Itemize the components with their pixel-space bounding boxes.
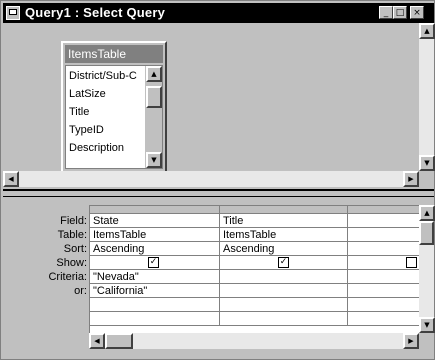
close-icon[interactable]: × [410, 6, 424, 19]
window-title: Query1 : Select Query [25, 5, 166, 20]
field-item[interactable]: LatSize [69, 88, 145, 100]
column-selector[interactable] [220, 206, 348, 214]
empty-cell[interactable] [90, 312, 220, 326]
table-cell[interactable]: ItemsTable [220, 228, 348, 242]
field-cell[interactable] [348, 214, 420, 228]
scroll-thumb[interactable] [419, 221, 434, 245]
row-label-or: or: [74, 285, 87, 297]
arrow-down-icon[interactable]: ▼ [146, 152, 162, 168]
design-grid-pane: Field: Table: Sort: Show: Criteria: or: … [3, 197, 435, 359]
arrow-right-icon[interactable]: ▶ [403, 171, 419, 187]
show-cell [348, 256, 420, 270]
lower-vertical-scrollbar[interactable]: ▲ ▼ [419, 205, 435, 333]
empty-cell[interactable] [348, 298, 420, 312]
criteria-cell[interactable] [348, 270, 420, 284]
arrow-right-icon[interactable]: ▶ [403, 333, 419, 349]
field-item[interactable]: Description [69, 142, 145, 154]
field-cell[interactable]: State [90, 214, 220, 228]
upper-horizontal-scrollbar[interactable]: ◀ ▶ [3, 171, 419, 187]
upper-vertical-scrollbar[interactable]: ▲ ▼ [419, 23, 435, 171]
maximize-icon[interactable]: □ [393, 6, 407, 19]
or-cell[interactable]: "California" [90, 284, 220, 298]
arrow-down-icon[interactable]: ▼ [419, 317, 435, 333]
row-label-show: Show: [56, 257, 87, 269]
show-checkbox[interactable]: ✓ [148, 257, 159, 268]
sort-cell[interactable]: Ascending [90, 242, 220, 256]
empty-cell[interactable] [90, 298, 220, 312]
lower-horizontal-scrollbar[interactable]: ◀ ▶ [89, 333, 419, 349]
scroll-corner [419, 171, 434, 187]
criteria-cell[interactable]: "Nevada" [90, 270, 220, 284]
row-label-table: Table: [57, 229, 87, 241]
pane-splitter[interactable] [3, 189, 434, 197]
sort-cell[interactable]: Ascending [220, 242, 348, 256]
field-cell[interactable]: Title [220, 214, 348, 228]
arrow-left-icon[interactable]: ◀ [3, 171, 19, 187]
row-label-criteria: Criteria: [48, 271, 87, 283]
show-checkbox[interactable] [406, 257, 417, 268]
field-item[interactable]: Title [69, 106, 145, 118]
field-list-scrollbar[interactable]: ▲ ▼ [145, 66, 162, 168]
table-pane: ItemsTable District/Sub-C LatSize Title … [3, 23, 435, 189]
empty-cell[interactable] [348, 312, 420, 326]
table-cell[interactable] [348, 228, 420, 242]
column-selector[interactable] [348, 206, 420, 214]
empty-cell[interactable] [220, 312, 348, 326]
title-bar[interactable]: Query1 : Select Query _ □ × [3, 3, 434, 23]
query-window: Query1 : Select Query _ □ × ItemsTable D… [0, 0, 435, 360]
arrow-left-icon[interactable]: ◀ [89, 333, 105, 349]
empty-cell[interactable] [220, 298, 348, 312]
design-grid: State ItemsTable Ascending ✓ "Nevada" "C… [89, 205, 420, 334]
arrow-up-icon[interactable]: ▲ [146, 66, 162, 82]
arrow-down-icon[interactable]: ▼ [419, 155, 435, 171]
arrow-up-icon[interactable]: ▲ [419, 23, 435, 39]
show-cell: ✓ [220, 256, 348, 270]
minimize-icon[interactable]: _ [379, 6, 393, 19]
items-table-box[interactable]: ItemsTable District/Sub-C LatSize Title … [61, 41, 167, 173]
or-cell[interactable] [220, 284, 348, 298]
column-selector[interactable] [90, 206, 220, 214]
scroll-thumb[interactable] [146, 86, 162, 108]
table-canvas: ItemsTable District/Sub-C LatSize Title … [3, 23, 419, 173]
query-icon [6, 6, 20, 20]
show-checkbox[interactable]: ✓ [278, 257, 289, 268]
or-cell[interactable] [348, 284, 420, 298]
table-title[interactable]: ItemsTable [65, 45, 163, 63]
scroll-thumb[interactable] [105, 333, 133, 349]
sort-cell[interactable] [348, 242, 420, 256]
arrow-up-icon[interactable]: ▲ [419, 205, 435, 221]
scroll-corner [419, 333, 434, 349]
field-item[interactable]: TypeID [69, 124, 145, 136]
row-label-sort: Sort: [63, 243, 87, 255]
field-item[interactable]: District/Sub-C [69, 70, 145, 82]
row-label-field: Field: [60, 215, 87, 227]
criteria-cell[interactable] [220, 270, 348, 284]
field-list[interactable]: District/Sub-C LatSize Title TypeID Desc… [65, 65, 163, 169]
table-cell[interactable]: ItemsTable [90, 228, 220, 242]
show-cell: ✓ [90, 256, 220, 270]
